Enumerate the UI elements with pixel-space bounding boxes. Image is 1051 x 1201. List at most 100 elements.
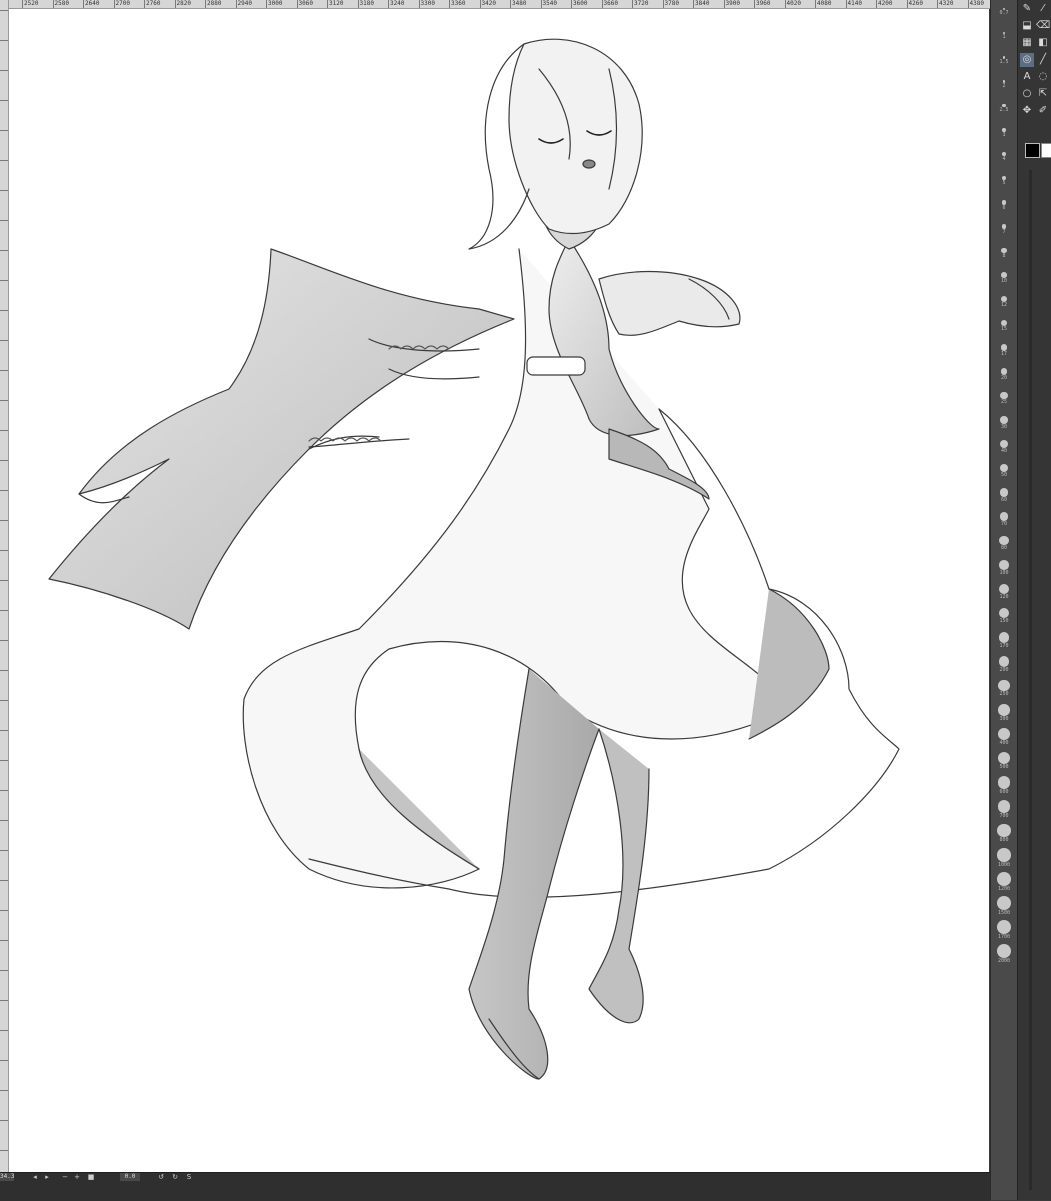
brush-icon[interactable]: ⁄	[1036, 2, 1050, 16]
brush-size-option[interactable]: 200	[991, 656, 1017, 673]
brush-size-label: 120	[999, 593, 1009, 600]
brush-size-dot	[1000, 416, 1008, 424]
rotate-left-button[interactable]: ↺	[156, 1173, 166, 1181]
brush-size-dot	[999, 584, 1009, 594]
eyedropper-icon[interactable]: ✐	[1036, 104, 1050, 118]
main-color-swatch[interactable]	[1025, 143, 1040, 158]
brush-size-option[interactable]: 1	[991, 32, 1017, 40]
scroll-right-button[interactable]: ▸	[42, 1173, 52, 1181]
zoom-readout[interactable]: 34.3	[0, 1173, 14, 1181]
text-icon[interactable]: A	[1020, 70, 1034, 84]
brush-size-option[interactable]: 1200	[991, 872, 1017, 892]
palette-scrollbar[interactable]	[1029, 170, 1032, 1190]
brush-size-option[interactable]: 50	[991, 464, 1017, 478]
brush-size-option[interactable]: 3	[991, 128, 1017, 138]
eraser-icon[interactable]: ⌫	[1036, 19, 1050, 33]
brush-size-dot	[997, 824, 1011, 838]
brush-size-dot	[997, 848, 1011, 862]
ruler-tick-label: 3780	[662, 0, 679, 8]
brush-size-option[interactable]: 70	[991, 512, 1017, 527]
brush-size-option[interactable]: 17	[991, 344, 1017, 357]
ruler-tick	[0, 1150, 8, 1151]
brush-size-option[interactable]: 700	[991, 800, 1017, 819]
brush-size-option[interactable]: 150	[991, 608, 1017, 624]
ruler-tick	[0, 880, 8, 881]
brush-size-option[interactable]: 0.7	[991, 8, 1017, 16]
rotation-readout[interactable]: 0.0	[120, 1173, 140, 1181]
brush-size-option[interactable]: 60	[991, 488, 1017, 503]
brush-size-option[interactable]: 8	[991, 248, 1017, 259]
brush-size-dot	[999, 536, 1009, 546]
brush-size-option[interactable]: 800	[991, 824, 1017, 843]
reset-rotation-button[interactable]: S	[184, 1173, 194, 1181]
brush-size-option[interactable]: 170	[991, 632, 1017, 649]
blend-icon[interactable]: ◎	[1020, 53, 1034, 67]
ruler-tick	[0, 1120, 8, 1121]
ruler-tick-label: 3600	[571, 0, 588, 8]
brush-size-option[interactable]: 12	[991, 296, 1017, 308]
brush-size-option[interactable]: 5	[991, 176, 1017, 186]
brush-size-label: 8	[1002, 253, 1006, 260]
brush-size-option[interactable]: 7	[991, 224, 1017, 235]
zoom-out-button[interactable]: −	[60, 1173, 70, 1181]
fit-view-button[interactable]: ■	[86, 1173, 96, 1181]
brush-size-label: 600	[999, 788, 1009, 795]
ruler-tick	[0, 550, 8, 551]
scroll-left-button[interactable]: ◂	[30, 1173, 40, 1181]
brush-size-option[interactable]: 4	[991, 152, 1017, 162]
brush-size-option[interactable]: 2000	[991, 944, 1017, 964]
select-icon[interactable]: ⇱	[1036, 87, 1050, 101]
rotate-right-button[interactable]: ↻	[170, 1173, 180, 1181]
brush-size-option[interactable]: 15	[991, 320, 1017, 332]
artwork-sketch	[48, 38, 900, 1080]
brush-size-option[interactable]: 1.5	[991, 56, 1017, 65]
line-icon[interactable]: ╱	[1036, 53, 1050, 67]
brush-size-option[interactable]: 10	[991, 272, 1017, 284]
gradient-icon[interactable]: ◧	[1036, 36, 1050, 50]
brush-size-label: 300	[999, 715, 1009, 722]
brush-size-label: 7	[1002, 228, 1006, 235]
brush-size-dot	[998, 656, 1010, 667]
ruler-tick	[0, 490, 8, 491]
pen-icon[interactable]: ✎	[1020, 2, 1034, 16]
brush-size-option[interactable]: 40	[991, 440, 1017, 454]
brush-size-dot	[997, 920, 1011, 934]
lasso-icon[interactable]: ○	[1020, 87, 1034, 101]
brush-size-option[interactable]: 1000	[991, 848, 1017, 868]
brush-size-option[interactable]: 25	[991, 392, 1017, 405]
brush-size-option[interactable]: 120	[991, 584, 1017, 600]
brush-size-label: 6	[1002, 204, 1006, 211]
move-icon[interactable]: ✥	[1020, 104, 1034, 118]
brush-size-option[interactable]: 20	[991, 368, 1017, 381]
brush-size-option[interactable]: 300	[991, 704, 1017, 722]
brush-size-option[interactable]: 2	[991, 80, 1017, 89]
ruler-tick-label: 2580	[52, 0, 69, 8]
brush-size-option[interactable]: 400	[991, 728, 1017, 746]
ruler-tick	[0, 610, 8, 611]
brush-size-option[interactable]: 30	[991, 416, 1017, 430]
brush-size-label: 1200	[997, 885, 1011, 892]
brush-size-option[interactable]: 500	[991, 752, 1017, 770]
brush-size-label: 2.5	[999, 107, 1009, 114]
brush-size-option[interactable]: 250	[991, 680, 1017, 697]
brush-size-option[interactable]: 1500	[991, 896, 1017, 916]
fill-icon[interactable]: ⬓	[1020, 19, 1034, 33]
ruler-tick-label: 4080	[815, 0, 832, 8]
ruler-tick-label: 3180	[357, 0, 374, 8]
ruler-tick	[0, 310, 8, 311]
ruler-tick-label: 3900	[723, 0, 740, 8]
brush-size-option[interactable]: 80	[991, 536, 1017, 551]
brush-size-option[interactable]: 100	[991, 560, 1017, 576]
balloon-icon[interactable]: ◌	[1036, 70, 1050, 84]
ruler-tick	[0, 790, 8, 791]
brush-size-option[interactable]: 1700	[991, 920, 1017, 940]
brush-size-option[interactable]: 2.5	[991, 104, 1017, 113]
brush-size-option[interactable]: 6	[991, 200, 1017, 211]
sub-color-swatch[interactable]	[1041, 143, 1051, 158]
brush-size-option[interactable]: 600	[991, 776, 1017, 795]
layer-icon[interactable]: ▦	[1020, 36, 1034, 50]
zoom-in-button[interactable]: +	[72, 1173, 82, 1181]
drawing-canvas[interactable]	[9, 9, 989, 1172]
brush-size-dot	[1000, 392, 1008, 400]
brush-size-dot	[998, 608, 1010, 619]
